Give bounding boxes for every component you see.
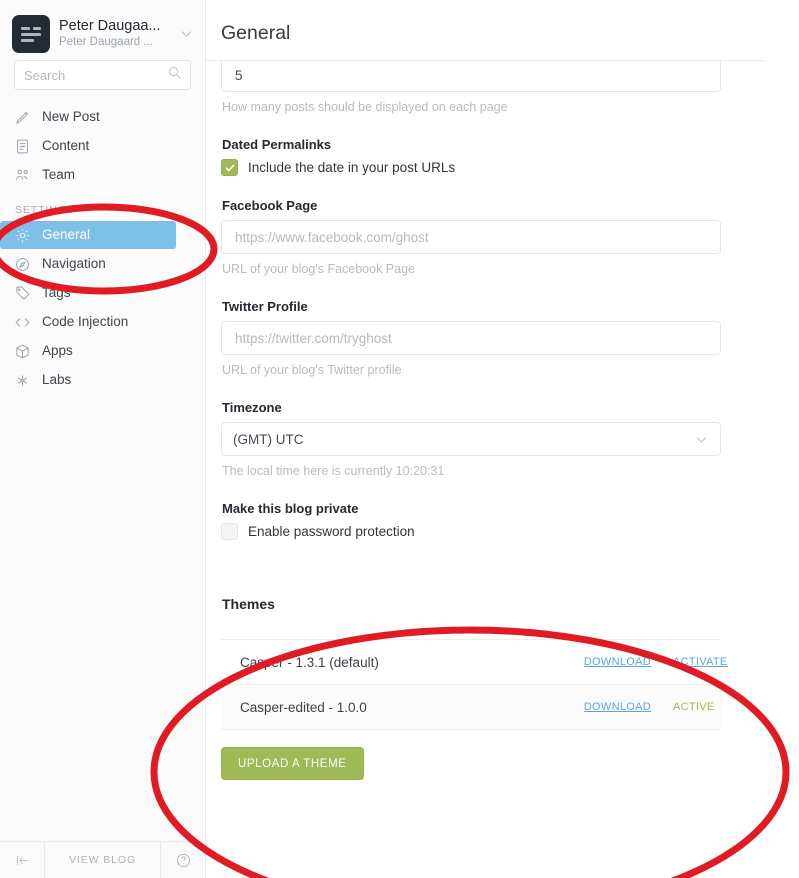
- sidebar-item-new-post[interactable]: New Post: [0, 103, 205, 131]
- ghost-logo-icon: [12, 14, 50, 53]
- twitter-profile-input[interactable]: [233, 329, 709, 347]
- timezone-label: Timezone: [222, 400, 282, 415]
- cube-icon: [14, 342, 34, 360]
- table-row: Casper - 1.3.1 (default) DOWNLOAD ACTIVA…: [221, 640, 727, 685]
- facebook-page-label: Facebook Page: [222, 198, 318, 213]
- sidebar-item-label: General: [42, 227, 91, 242]
- flask-icon: [14, 371, 34, 389]
- dated-permalinks-label: Dated Permalinks: [222, 137, 332, 152]
- facebook-page-input-wrap[interactable]: [221, 220, 721, 254]
- page-title: General: [221, 22, 291, 44]
- timezone-selected-value: (GMT) UTC: [233, 431, 304, 447]
- sidebar-item-label: Team: [42, 167, 76, 182]
- sidebar-nav: New Post Content Team SETTINGS General N…: [0, 103, 205, 394]
- sidebar-item-labs[interactable]: Labs: [0, 366, 205, 394]
- private-blog-checkbox-label: Enable password protection: [248, 524, 415, 539]
- private-blog-label: Make this blog private: [222, 501, 359, 516]
- timezone-select[interactable]: (GMT) UTC: [221, 422, 721, 456]
- posts-per-page-help: How many posts should be displayed on ea…: [222, 100, 508, 114]
- question-circle-icon[interactable]: [161, 842, 205, 878]
- twitter-profile-help: URL of your blog's Twitter profile: [222, 363, 402, 377]
- posts-per-page-input-wrap[interactable]: [221, 61, 721, 92]
- sidebar-item-label: Navigation: [42, 256, 106, 271]
- sidebar-item-navigation[interactable]: Navigation: [0, 250, 205, 278]
- twitter-profile-input-wrap[interactable]: [221, 321, 721, 355]
- search-icon[interactable]: [167, 65, 182, 85]
- ghost-admin-window: Peter Daugaa... Peter Daugaard ... Searc…: [0, 0, 799, 878]
- pencil-icon: [14, 108, 34, 126]
- sidebar-item-code-injection[interactable]: Code Injection: [0, 308, 205, 336]
- view-blog-button[interactable]: VIEW BLOG: [44, 842, 161, 878]
- user-name: Peter Daugaa...: [59, 17, 161, 34]
- user-menu-button[interactable]: Peter Daugaa... Peter Daugaard ...: [0, 0, 205, 56]
- sidebar-section-label: SETTINGS: [15, 204, 75, 216]
- sidebar-item-label: Labs: [42, 372, 72, 387]
- code-brackets-icon: [14, 313, 34, 331]
- themes-table: Casper - 1.3.1 (default) DOWNLOAD ACTIVA…: [221, 639, 727, 730]
- search-container: [0, 56, 205, 90]
- sidebar-item-general[interactable]: General: [0, 221, 176, 249]
- sidebar: Peter Daugaa... Peter Daugaard ... Searc…: [0, 0, 206, 878]
- collapse-left-icon[interactable]: [0, 842, 44, 878]
- chevron-down-icon: [694, 432, 709, 447]
- theme-download-link[interactable]: DOWNLOAD: [584, 656, 651, 668]
- posts-per-page-input[interactable]: [233, 66, 709, 84]
- table-row: Casper-edited - 1.0.0 DOWNLOAD ACTIVE: [221, 685, 721, 730]
- search-input[interactable]: [15, 61, 190, 89]
- main-panel: General How many posts should be display…: [206, 0, 799, 878]
- theme-active-badge: ACTIVE: [673, 701, 715, 713]
- chevron-down-icon[interactable]: [177, 26, 195, 41]
- sidebar-item-apps[interactable]: Apps: [0, 337, 205, 365]
- dated-permalinks-checkbox-label: Include the date in your post URLs: [248, 160, 456, 175]
- dated-permalinks-checkbox-row[interactable]: Include the date in your post URLs: [221, 159, 726, 176]
- gear-icon: [14, 226, 34, 244]
- sidebar-item-tags[interactable]: Tags: [0, 279, 205, 307]
- timezone-help: The local time here is currently 10:20:3…: [222, 464, 445, 478]
- users-icon: [14, 166, 34, 184]
- facebook-page-input[interactable]: [233, 228, 709, 246]
- theme-activate-link[interactable]: ACTIVATE: [673, 656, 727, 668]
- search-box[interactable]: [14, 60, 191, 90]
- settings-scroll-area[interactable]: How many posts should be displayed on ea…: [206, 61, 799, 878]
- facebook-page-help: URL of your blog's Facebook Page: [222, 262, 416, 276]
- theme-name: Casper-edited - 1.0.0: [240, 699, 367, 715]
- themes-heading: Themes: [222, 596, 275, 612]
- compass-icon: [14, 255, 34, 273]
- posts-per-page-field: How many posts should be displayed on ea…: [221, 61, 726, 115]
- sidebar-item-label: Tags: [42, 285, 71, 300]
- sidebar-item-content[interactable]: Content: [0, 132, 205, 160]
- user-handle: Peter Daugaard ...: [59, 35, 153, 48]
- theme-name: Casper - 1.3.1 (default): [240, 654, 379, 670]
- sidebar-item-label: Content: [42, 138, 90, 153]
- dated-permalinks-checkbox[interactable]: [221, 159, 238, 176]
- document-list-icon: [14, 137, 34, 155]
- sidebar-footer: VIEW BLOG: [0, 841, 205, 878]
- theme-download-link[interactable]: DOWNLOAD: [584, 701, 651, 713]
- sidebar-item-label: Code Injection: [42, 314, 129, 329]
- sidebar-item-team[interactable]: Team: [0, 161, 205, 189]
- private-blog-checkbox-row[interactable]: Enable password protection: [221, 523, 726, 540]
- tag-icon: [14, 284, 34, 302]
- private-blog-checkbox[interactable]: [221, 523, 238, 540]
- sidebar-item-label: New Post: [42, 109, 100, 124]
- sidebar-item-label: Apps: [42, 343, 73, 358]
- upload-theme-button[interactable]: UPLOAD A THEME: [221, 747, 364, 780]
- twitter-profile-label: Twitter Profile: [222, 299, 308, 314]
